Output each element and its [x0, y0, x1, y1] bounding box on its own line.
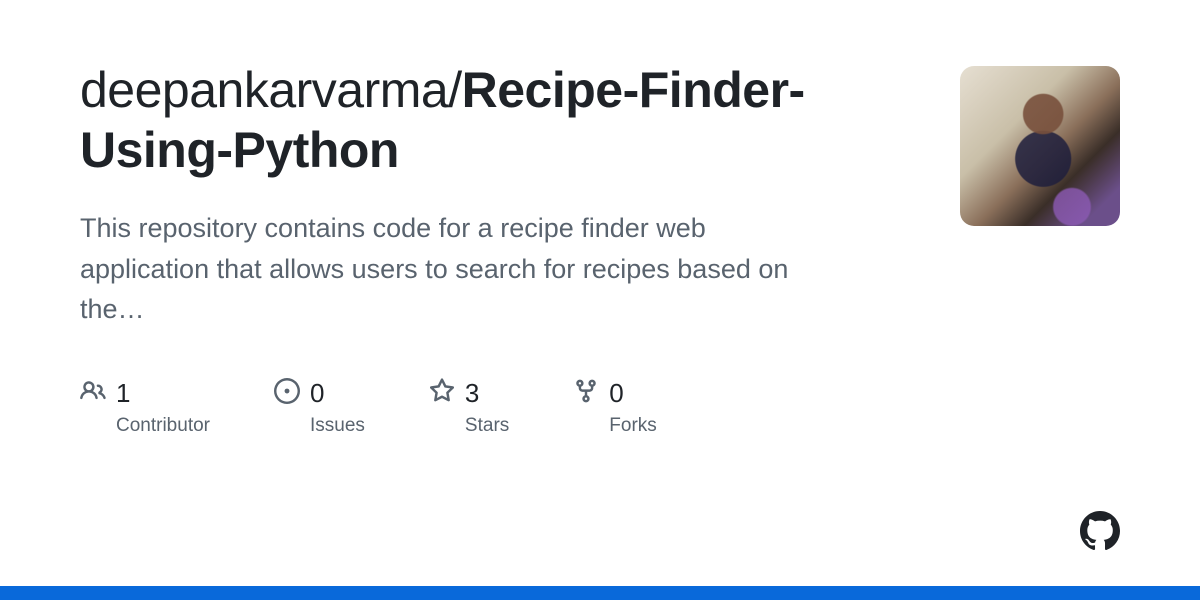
repo-separator: /: [448, 62, 461, 118]
stat-label: Issues: [310, 415, 365, 437]
stat-contributors[interactable]: 1 Contributor: [80, 378, 210, 437]
stat-value: 0: [310, 378, 324, 409]
stat-forks[interactable]: 0 Forks: [573, 378, 657, 437]
stat-value: 0: [609, 378, 623, 409]
fork-icon: [573, 378, 599, 409]
owner-avatar[interactable]: [960, 66, 1120, 226]
issue-icon: [274, 378, 300, 409]
people-icon: [80, 378, 106, 409]
stat-label: Contributor: [116, 415, 210, 437]
repo-title[interactable]: deepankarvarma/Recipe-Finder-Using-Pytho…: [80, 60, 920, 180]
stat-top: 0: [573, 378, 657, 409]
main-column: deepankarvarma/Recipe-Finder-Using-Pytho…: [80, 60, 920, 570]
repo-stats: 1 Contributor 0 Issues 3: [80, 378, 920, 437]
accent-bar: [0, 586, 1200, 600]
repo-description: This repository contains code for a reci…: [80, 208, 810, 330]
stat-top: 0: [274, 378, 365, 409]
stat-issues[interactable]: 0 Issues: [274, 378, 365, 437]
stat-value: 1: [116, 378, 130, 409]
stat-label: Stars: [465, 415, 509, 437]
repo-social-card: deepankarvarma/Recipe-Finder-Using-Pytho…: [80, 60, 1120, 570]
stat-top: 3: [429, 378, 509, 409]
stat-stars[interactable]: 3 Stars: [429, 378, 509, 437]
stat-top: 1: [80, 378, 210, 409]
stat-label: Forks: [609, 415, 657, 437]
repo-owner[interactable]: deepankarvarma: [80, 62, 448, 118]
star-icon: [429, 378, 455, 409]
github-logo-icon[interactable]: [1080, 511, 1120, 556]
stat-value: 3: [465, 378, 479, 409]
